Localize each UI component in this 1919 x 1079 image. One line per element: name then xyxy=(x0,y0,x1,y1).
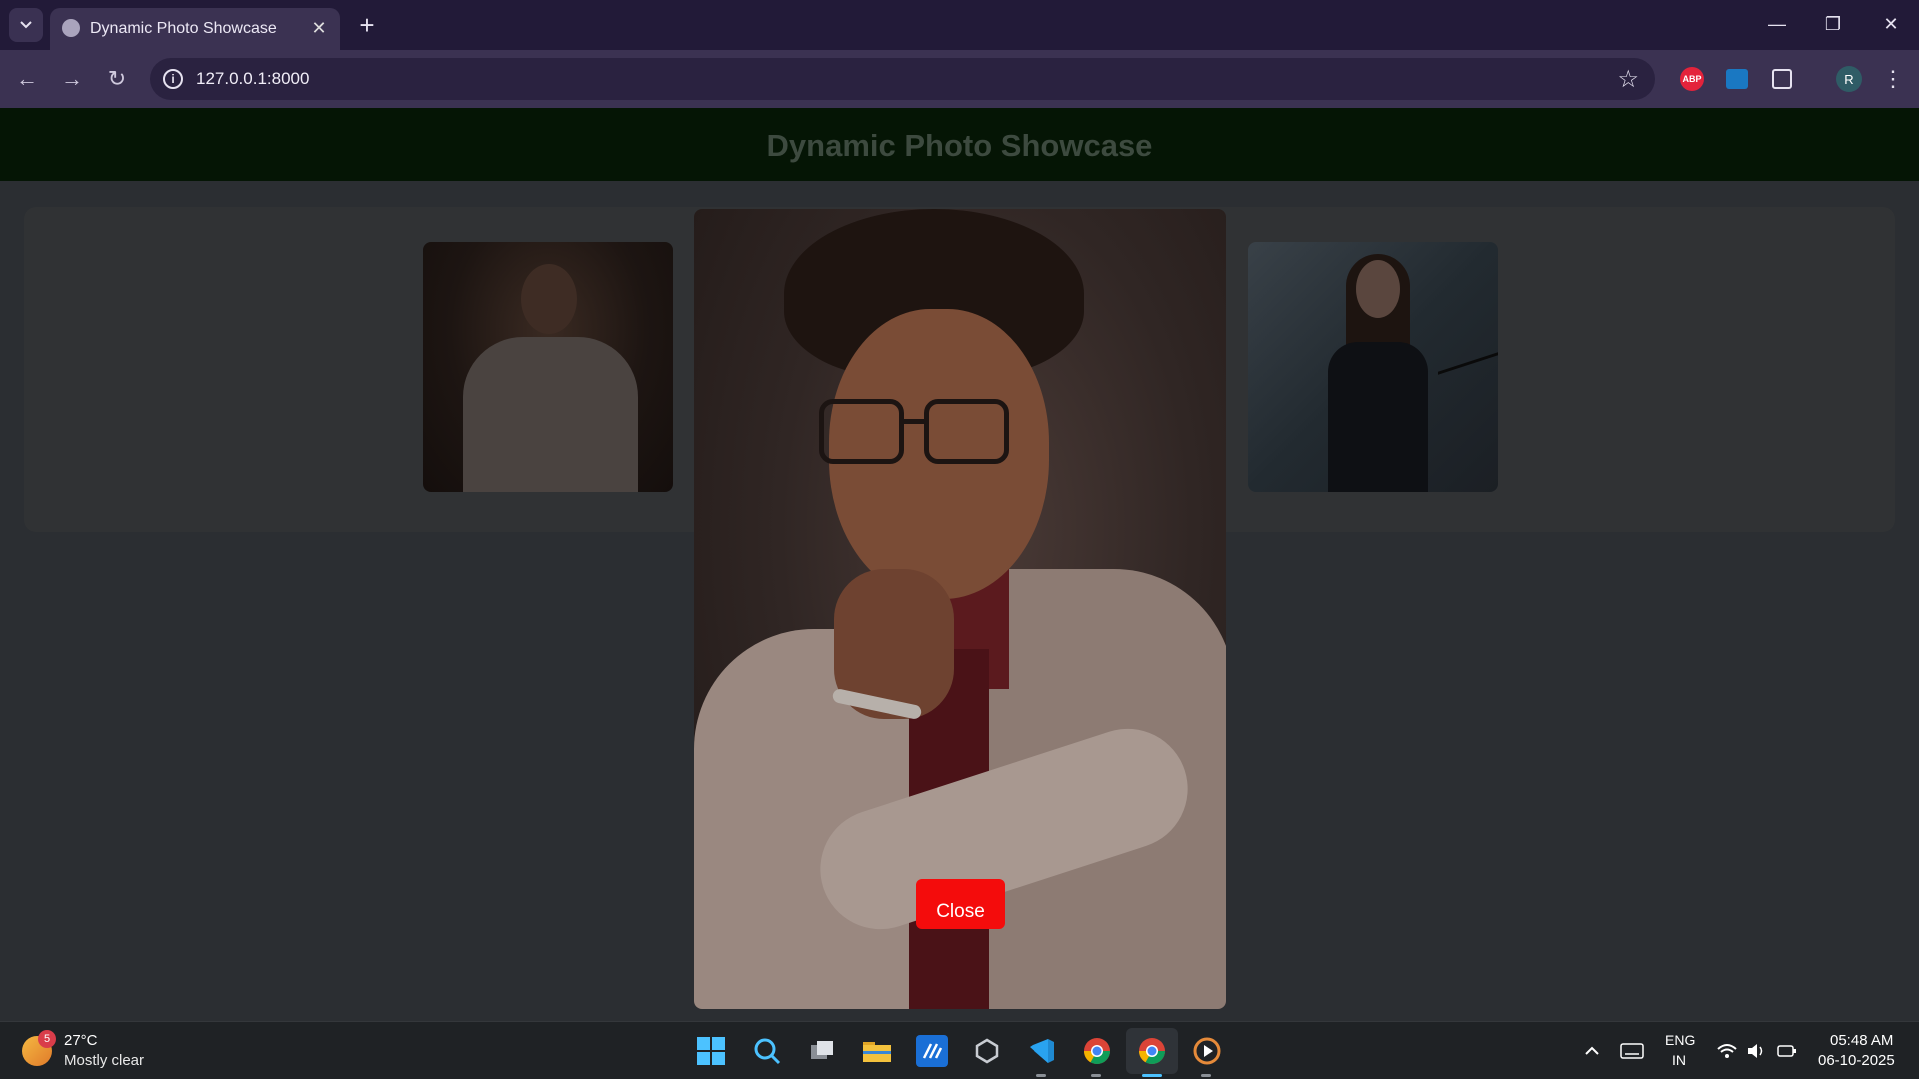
browser-tab-strip: Dynamic Photo Showcase ✕ + — ❐ ✕ xyxy=(0,0,1919,50)
file-explorer-icon[interactable] xyxy=(861,1035,893,1067)
globe-icon xyxy=(62,19,80,37)
bookmark-star-icon[interactable]: ☆ xyxy=(1617,65,1639,94)
vscode-icon[interactable] xyxy=(1026,1035,1058,1067)
azure-data-studio-icon[interactable] xyxy=(916,1035,948,1067)
language-line1[interactable]: ENG xyxy=(1665,1032,1695,1048)
windows-taskbar: 5 27°C Mostly clear ENG IN 05:48 AM 06-1… xyxy=(0,1021,1919,1079)
wifi-icon[interactable] xyxy=(1711,1035,1743,1067)
chevron-up-icon[interactable] xyxy=(1576,1035,1608,1067)
new-tab-button[interactable]: + xyxy=(352,8,382,42)
weather-badge: 5 xyxy=(38,1030,56,1048)
volume-icon[interactable] xyxy=(1741,1035,1773,1067)
unity-hub-icon[interactable] xyxy=(971,1035,1003,1067)
minimize-icon[interactable]: — xyxy=(1752,6,1802,42)
tab-close-icon[interactable]: ✕ xyxy=(308,17,330,39)
clock-time[interactable]: 05:48 AM xyxy=(1830,1032,1893,1049)
vscode-running-indicator xyxy=(1036,1074,1046,1077)
chrome-running-indicator xyxy=(1091,1074,1101,1077)
chrome-profile-r-icon[interactable] xyxy=(1081,1035,1113,1067)
chevron-down-icon xyxy=(20,21,32,29)
site-info-icon[interactable]: i xyxy=(163,69,183,89)
window-close-icon[interactable]: ✕ xyxy=(1866,6,1916,42)
battery-icon[interactable] xyxy=(1771,1035,1803,1067)
task-view-icon[interactable] xyxy=(806,1035,838,1067)
restore-icon[interactable]: ❐ xyxy=(1808,6,1858,42)
extension-icon[interactable] xyxy=(1722,64,1752,94)
browser-toolbar: ← → ↻ i 127.0.0.1:8000 ☆ ABP R ⋮ xyxy=(0,50,1919,108)
adblock-extension-icon[interactable]: ABP xyxy=(1677,64,1707,94)
weather-description[interactable]: Mostly clear xyxy=(64,1052,144,1069)
media-running-indicator xyxy=(1201,1074,1211,1077)
profile-avatar[interactable]: R xyxy=(1834,64,1864,94)
forward-icon[interactable]: → xyxy=(55,62,89,96)
browser-menu-icon[interactable]: ⋮ xyxy=(1878,64,1908,94)
extensions-puzzle-icon[interactable] xyxy=(1767,64,1797,94)
language-line2[interactable]: IN xyxy=(1672,1052,1686,1068)
browser-tab[interactable]: Dynamic Photo Showcase ✕ xyxy=(50,8,340,50)
clock-date[interactable]: 06-10-2025 xyxy=(1818,1052,1895,1069)
chrome-active-indicator xyxy=(1142,1074,1162,1077)
chrome-active-icon[interactable] xyxy=(1136,1035,1168,1067)
abp-label: ABP xyxy=(1680,67,1704,91)
address-bar[interactable]: i 127.0.0.1:8000 ☆ xyxy=(150,58,1655,100)
tab-search-button[interactable] xyxy=(9,8,43,42)
start-icon[interactable] xyxy=(695,1035,727,1067)
weather-temp[interactable]: 27°C xyxy=(64,1032,98,1049)
reload-icon[interactable]: ↻ xyxy=(100,62,134,96)
back-icon[interactable]: ← xyxy=(10,62,44,96)
profile-initial: R xyxy=(1836,66,1862,92)
tab-title: Dynamic Photo Showcase xyxy=(90,20,277,37)
search-icon[interactable] xyxy=(751,1035,783,1067)
close-button[interactable]: Close xyxy=(916,879,1005,929)
media-player-icon[interactable] xyxy=(1191,1035,1223,1067)
url-text[interactable]: 127.0.0.1:8000 xyxy=(196,69,309,89)
keyboard-icon[interactable] xyxy=(1616,1035,1648,1067)
